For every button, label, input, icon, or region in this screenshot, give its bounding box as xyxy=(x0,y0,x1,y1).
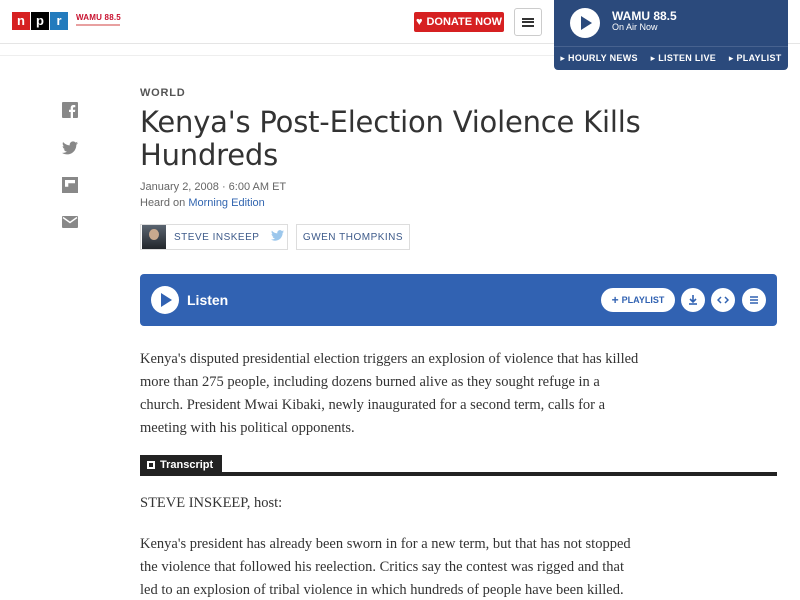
audio-player: Listen + PLAYLIST xyxy=(140,274,777,326)
station-title: WAMU 88.5 xyxy=(612,9,677,23)
article-date: January 2, 2008 · 6:00 AM ET xyxy=(140,181,287,193)
npr-logo-r: r xyxy=(50,12,68,30)
listen-live-link[interactable]: ▸ LISTEN LIVE xyxy=(651,53,716,64)
section-label[interactable]: WORLD xyxy=(140,87,186,99)
station-logo-tagline xyxy=(76,24,120,26)
station-status: On Air Now xyxy=(612,22,658,32)
email-icon[interactable] xyxy=(62,214,78,230)
listen-live-label: LISTEN LIVE xyxy=(658,53,717,63)
station-playlist-label: PLAYLIST xyxy=(736,53,782,63)
npr-logo-n: n xyxy=(12,12,30,30)
download-button[interactable] xyxy=(681,288,705,312)
byline-steve-inskeep[interactable]: STEVE INSKEEP xyxy=(140,224,288,250)
station-logo-text: WAMU 88.5 xyxy=(76,13,121,22)
hourly-news-label: HOURLY NEWS xyxy=(568,53,638,63)
heard-on: Heard on Morning Edition xyxy=(140,197,265,209)
station-logo[interactable]: WAMU 88.5 xyxy=(76,13,124,26)
heard-on-prefix: Heard on xyxy=(140,197,189,209)
twitter-icon[interactable] xyxy=(271,229,285,245)
byline-name: GWEN THOMPKINS xyxy=(302,231,404,243)
transcript-icon xyxy=(147,460,155,469)
article-teaser: Kenya's disputed presidential election t… xyxy=(140,351,639,436)
program-link[interactable]: Morning Edition xyxy=(188,197,264,209)
transcript-menu-button[interactable] xyxy=(742,288,766,312)
list-icon xyxy=(750,296,758,304)
donate-button[interactable]: ♥ DONATE NOW xyxy=(414,12,504,32)
article-headline: Kenya's Post-Election Violence Kills Hun… xyxy=(140,105,641,172)
plus-icon: + xyxy=(611,293,619,307)
transcript-title: Transcript xyxy=(160,458,214,471)
station-links: ▸ HOURLY NEWS ▸ LISTEN LIVE ▸ PLAYLIST xyxy=(554,46,788,64)
twitter-icon[interactable] xyxy=(62,140,78,156)
npr-logo-p: p xyxy=(31,12,49,30)
transcript-paragraph: Kenya's president has already been sworn… xyxy=(140,536,631,598)
embed-button[interactable] xyxy=(711,288,735,312)
menu-button[interactable] xyxy=(514,8,542,36)
hourly-news-link[interactable]: ▸ HOURLY NEWS xyxy=(560,53,637,64)
heart-icon: ♥ xyxy=(415,16,423,28)
npr-logo[interactable]: n p r xyxy=(12,12,69,30)
facebook-icon[interactable] xyxy=(62,102,78,118)
byline-gwen-thompkins[interactable]: GWEN THOMPKINS xyxy=(296,224,410,250)
download-icon xyxy=(689,295,697,305)
playlist-label: PLAYLIST xyxy=(621,295,665,305)
hamburger-icon xyxy=(522,17,534,27)
flipboard-icon[interactable] xyxy=(62,177,78,193)
transcript-divider xyxy=(140,472,777,476)
add-to-playlist-button[interactable]: + PLAYLIST xyxy=(601,288,675,312)
donate-label: DONATE NOW xyxy=(426,16,503,28)
transcript-label: Transcript xyxy=(140,455,222,474)
byline-name: STEVE INSKEEP xyxy=(174,231,260,243)
station-playlist-link[interactable]: ▸ PLAYLIST xyxy=(729,53,782,64)
play-button[interactable] xyxy=(151,286,179,314)
station-player: WAMU 88.5 On Air Now ▸ HOURLY NEWS ▸ LIS… xyxy=(554,0,788,70)
header-divider xyxy=(0,55,554,56)
embed-icon xyxy=(717,296,729,304)
listen-label: Listen xyxy=(187,292,229,308)
transcript-speaker: STEVE INSKEEP, host: xyxy=(140,495,283,511)
avatar xyxy=(142,225,166,249)
station-play-button[interactable] xyxy=(570,8,600,38)
